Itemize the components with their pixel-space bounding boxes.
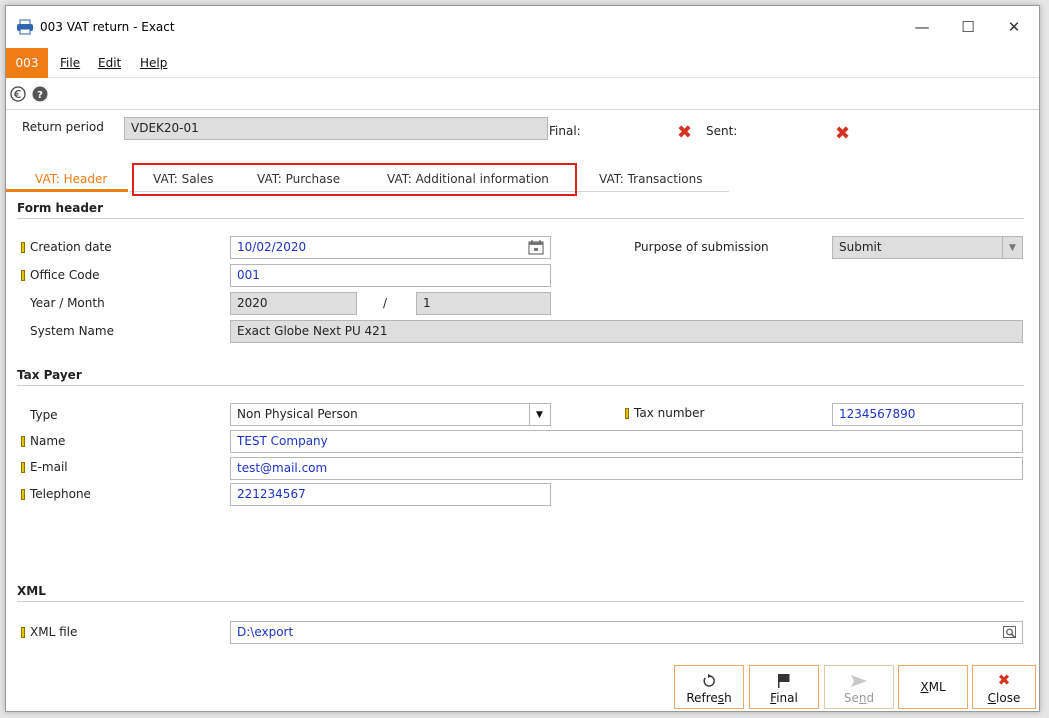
menu-file[interactable]: File [60, 56, 80, 70]
type-dropdown-chevron-icon[interactable]: ▼ [529, 404, 549, 425]
close-label-post: lose [996, 691, 1021, 705]
svg-text:?: ? [37, 90, 43, 101]
required-marker [21, 270, 25, 281]
minimize-button[interactable]: — [899, 12, 945, 42]
refresh-button-label: Refresh [686, 691, 731, 705]
browse-folder-icon[interactable] [1002, 624, 1018, 640]
xml-label-post: ML [928, 680, 946, 694]
final-status-x-icon: ✖ [677, 122, 693, 143]
xml-separator [17, 601, 1024, 602]
close-label-accelerator: C [987, 691, 997, 705]
calendar-icon[interactable] [528, 239, 544, 255]
required-marker [625, 408, 629, 419]
required-marker [21, 436, 25, 447]
final-button[interactable]: Final [749, 665, 819, 709]
send-label-pre: Se [843, 691, 859, 705]
tax-number-field[interactable]: 1234567890 [832, 403, 1023, 426]
type-select[interactable]: Non Physical Person [230, 403, 551, 426]
type-label: Type [30, 408, 58, 422]
flag-icon [778, 674, 790, 688]
final-button-label: Final [770, 691, 798, 705]
office-code-field[interactable]: 001 [230, 264, 551, 287]
telephone-label: Telephone [30, 487, 91, 501]
year-month-label: Year / Month [30, 296, 105, 310]
email-label: E-mail [30, 460, 68, 474]
xml-button-label: XML [920, 680, 945, 694]
refresh-label-pre: Refre [686, 691, 718, 705]
purpose-dropdown-chevron-icon[interactable]: ▼ [1002, 237, 1022, 258]
month-field: 1 [416, 292, 551, 315]
return-period-field: VDEK20-01 [124, 117, 548, 140]
maximize-button[interactable]: ☐ [945, 12, 991, 42]
purpose-of-submission-select[interactable]: Submit [832, 236, 1023, 259]
help-circle-icon[interactable]: ? [32, 86, 48, 102]
name-label: Name [30, 434, 66, 448]
tax-payer-title: Tax Payer [17, 368, 82, 382]
required-marker [21, 627, 25, 638]
xml-file-field[interactable]: D:\export [230, 621, 1023, 644]
xml-file-label: XML file [30, 625, 78, 639]
xml-section-title: XML [17, 584, 46, 598]
final-label-post: inal [776, 691, 798, 705]
close-window-button[interactable]: ✕ [991, 12, 1037, 42]
purpose-of-submission-label: Purpose of submission [634, 240, 769, 254]
menu-edit[interactable]: Edit [98, 56, 121, 70]
menu-file-label: File [60, 56, 81, 70]
menu-bar: 003 File Edit Help [6, 48, 1039, 78]
form-header-title: Form header [17, 201, 103, 215]
sent-status-x-icon: ✖ [835, 123, 851, 144]
creation-date-label: Creation date [30, 240, 112, 254]
required-marker [21, 489, 25, 500]
office-code-label: Office Code [30, 268, 100, 282]
refresh-icon [703, 673, 715, 687]
refresh-button[interactable]: Refresh [674, 665, 744, 709]
return-period-label: Return period [22, 120, 104, 134]
close-button-label: Close [988, 691, 1021, 705]
printer-app-icon [17, 19, 33, 35]
menu-edit-label: Edit [98, 56, 122, 70]
tab-vat-transactions[interactable]: VAT: Transactions [599, 172, 703, 186]
tax-payer-separator [17, 385, 1024, 386]
creation-date-field[interactable]: 10/02/2020 [230, 236, 551, 259]
company-badge[interactable]: 003 [6, 48, 48, 78]
system-name-label: System Name [30, 324, 114, 338]
name-field[interactable]: TEST Company [230, 430, 1023, 453]
final-label: Final: [549, 124, 581, 138]
window-title: 003 VAT return - Exact [40, 20, 175, 34]
email-field[interactable]: test@mail.com [230, 457, 1023, 480]
send-label-post: d [866, 691, 875, 705]
telephone-field[interactable]: 221234567 [230, 483, 551, 506]
system-name-field: Exact Globe Next PU 421 [230, 320, 1023, 343]
form-header-separator [17, 218, 1024, 219]
send-button[interactable]: Send [824, 665, 894, 709]
close-button[interactable]: ✖ Close [972, 665, 1036, 709]
active-tab-underline [6, 189, 128, 192]
menu-help-label: Help [140, 56, 168, 70]
tax-number-label: Tax number [634, 406, 705, 420]
xml-button[interactable]: XML [898, 665, 968, 709]
send-button-label: Send [844, 691, 874, 705]
tabs-highlight-box [132, 163, 577, 196]
required-marker [21, 242, 25, 253]
xml-label-accelerator: X [920, 680, 929, 694]
year-field: 2020 [230, 292, 357, 315]
sent-label: Sent: [706, 124, 738, 138]
refresh-label-post: h [724, 691, 732, 705]
tab-vat-header[interactable]: VAT: Header [35, 172, 107, 186]
toolbar: ? [6, 78, 1039, 110]
close-x-icon: ✖ [997, 671, 1011, 689]
send-arrow-icon [851, 675, 867, 687]
vat-return-window: 003 VAT return - Exact — ☐ ✕ 003 File Ed… [5, 5, 1040, 712]
title-bar: 003 VAT return - Exact — ☐ ✕ [6, 6, 1039, 48]
year-month-separator: / [383, 296, 388, 310]
required-marker [21, 462, 25, 473]
menu-help[interactable]: Help [140, 56, 167, 70]
euro-circle-icon[interactable] [10, 86, 26, 102]
